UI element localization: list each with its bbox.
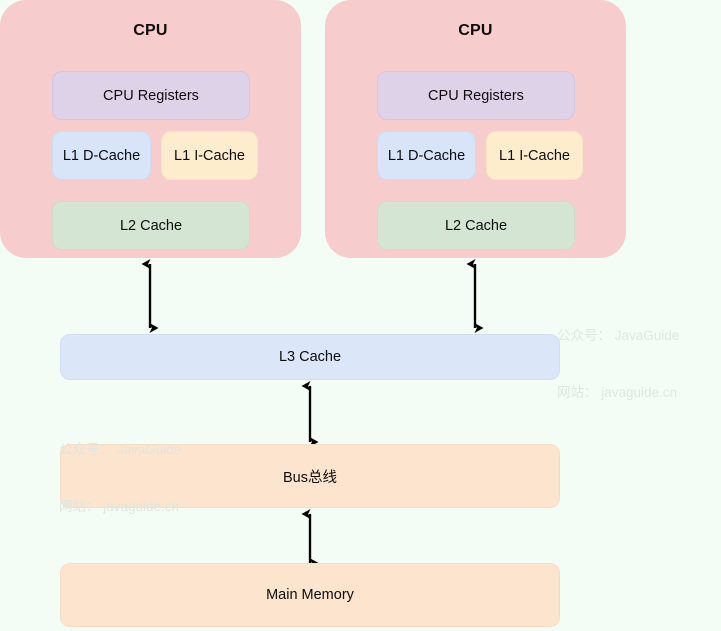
cpu-block-0: CPU CPU Registers L1 D-Cache L1 I-Cache … bbox=[0, 0, 301, 258]
cpu-title-0: CPU bbox=[133, 22, 168, 39]
watermark-right-line2: 网站： javaguide.cn bbox=[557, 385, 678, 400]
l1-d-cache-0: L1 D-Cache bbox=[52, 131, 151, 180]
arrow-cpu1-to-l3 bbox=[466, 259, 484, 333]
cpu-registers-1: CPU Registers bbox=[377, 71, 575, 120]
arrow-l3-to-bus bbox=[301, 381, 319, 447]
cpu-block-1: CPU CPU Registers L1 D-Cache L1 I-Cache … bbox=[325, 0, 626, 258]
l1-i-cache-1: L1 I-Cache bbox=[486, 131, 583, 180]
diagram-canvas: CPU CPU Registers L1 D-Cache L1 I-Cache … bbox=[0, 0, 721, 631]
cpu-registers-0: CPU Registers bbox=[52, 71, 250, 120]
l1-d-cache-1: L1 D-Cache bbox=[377, 131, 476, 180]
arrow-cpu0-to-l3 bbox=[141, 259, 159, 333]
l2-cache-1: L2 Cache bbox=[377, 201, 575, 250]
watermark-right-line1: 公众号： JavaGuide bbox=[557, 328, 680, 343]
watermark-right: 公众号： JavaGuide 网站： javaguide.cn bbox=[557, 288, 679, 440]
main-memory-box: Main Memory bbox=[60, 563, 560, 627]
watermark-left-line2: 网站： javaguide.cn bbox=[59, 499, 180, 514]
watermark-left-line1: 公众号： JavaGuide bbox=[59, 442, 182, 457]
arrow-bus-to-memory bbox=[301, 509, 319, 568]
l3-cache-box: L3 Cache bbox=[60, 334, 560, 380]
l1-i-cache-0: L1 I-Cache bbox=[161, 131, 258, 180]
watermark-left: 公众号： JavaGuide 网站： javaguide.cn bbox=[59, 402, 181, 554]
cpu-title-1: CPU bbox=[458, 22, 493, 39]
l2-cache-0: L2 Cache bbox=[52, 201, 250, 250]
